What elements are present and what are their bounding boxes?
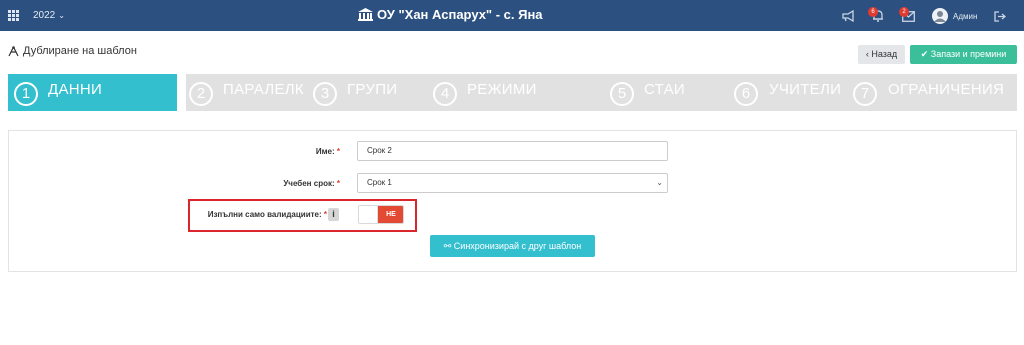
highlight-box — [188, 199, 417, 232]
step-data[interactable]: 1 ДАННИ — [8, 74, 177, 111]
sync-button-label: Синхронизирай с друг шаблон — [453, 241, 582, 251]
school-brand: ОУ "Хан Аспарух" - с. Яна — [358, 7, 543, 22]
sitemap-icon — [8, 45, 19, 56]
year-label: 2022 — [33, 10, 56, 21]
avatar[interactable] — [932, 8, 948, 24]
megaphone-icon[interactable] — [842, 9, 855, 27]
step-groups[interactable]: 3 ГРУПИ — [305, 74, 425, 111]
back-button-label: Назад — [871, 49, 898, 59]
chevron-left-icon: ‹ — [865, 49, 869, 59]
chevron-down-icon: ⌄ — [58, 11, 65, 20]
name-label-text: Име: — [315, 147, 335, 156]
step-label: СТАИ — [644, 81, 685, 98]
step-number: 2 — [189, 82, 213, 106]
apps-grid-icon[interactable] — [8, 10, 19, 21]
term-label: Учебен срок: * — [200, 179, 340, 188]
save-and-continue-button[interactable]: ✔ Запази и премини — [910, 45, 1017, 64]
save-button-label: Запази и премини — [930, 49, 1007, 59]
messages-badge: 2 — [899, 7, 909, 17]
required-mark: * — [336, 179, 340, 188]
year-selector[interactable]: 2022 ⌄ — [33, 10, 65, 21]
notifications-badge: 6 — [868, 7, 878, 17]
back-button[interactable]: ‹ Назад — [858, 45, 905, 64]
step-constraints[interactable]: 7 ОГРАНИЧЕНИЯ — [850, 74, 1017, 111]
step-modes[interactable]: 4 РЕЖИМИ — [425, 74, 605, 111]
wizard-steps: 1 ДАННИ 2 ПАРАЛЕЛКИ 3 ГРУПИ 4 РЕЖИМИ 5 С… — [8, 74, 1017, 111]
step-number: 5 — [610, 82, 634, 106]
term-label-text: Учебен срок: — [283, 179, 335, 188]
step-teachers[interactable]: 6 УЧИТЕЛИ — [730, 74, 850, 111]
term-select-value: Срок 1 — [367, 178, 392, 187]
logout-icon[interactable] — [994, 9, 1007, 27]
step-number: 6 — [734, 82, 758, 106]
step-number: 4 — [433, 82, 457, 106]
step-number: 1 — [14, 82, 38, 106]
check-icon: ✔ — [920, 49, 929, 59]
school-title: ОУ "Хан Аспарух" - с. Яна — [377, 7, 543, 22]
share-nodes-icon: ⚯ — [443, 241, 452, 251]
step-label: УЧИТЕЛИ — [769, 81, 842, 98]
user-name[interactable]: Админ — [953, 12, 977, 21]
step-classes[interactable]: 2 ПАРАЛЕЛКИ — [177, 74, 305, 111]
page-title-text: Дублиране на шаблон — [23, 45, 137, 57]
step-label: ПАРАЛЕЛКИ — [223, 81, 305, 98]
step-label: ДАННИ — [48, 81, 103, 98]
sync-template-button[interactable]: ⚯ Синхронизирай с друг шаблон — [430, 235, 595, 257]
chevron-down-icon: ⌄ — [656, 178, 663, 187]
term-select[interactable]: Срок 1 ⌄ — [357, 173, 668, 193]
name-label: Име: * — [200, 147, 340, 156]
name-input[interactable]: Срок 2 — [357, 141, 668, 161]
step-number: 7 — [853, 82, 877, 106]
step-label: ГРУПИ — [347, 81, 398, 98]
top-navbar: 2022 ⌄ ОУ "Хан Аспарух" - с. Яна 6 2 Адми… — [0, 0, 1024, 31]
required-mark: * — [336, 147, 340, 156]
step-label: ОГРАНИЧЕНИЯ — [888, 81, 1005, 98]
step-number: 3 — [313, 82, 337, 106]
page-title: Дублиране на шаблон — [8, 45, 137, 57]
name-input-value: Срок 2 — [367, 146, 392, 155]
step-label: РЕЖИМИ — [467, 81, 537, 98]
school-building-icon — [358, 8, 373, 21]
step-rooms[interactable]: 5 СТАИ — [605, 74, 730, 111]
